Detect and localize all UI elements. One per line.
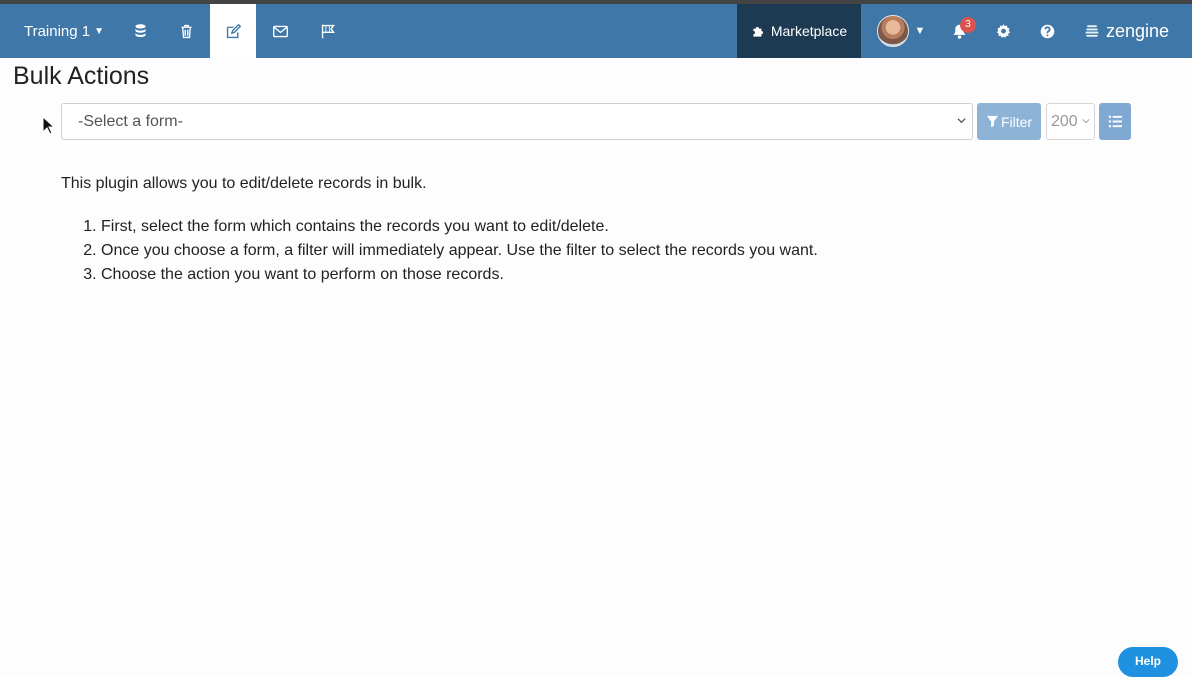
brand-name: zengine bbox=[1106, 20, 1170, 41]
instructions-list: First, select the form which contains th… bbox=[101, 215, 818, 287]
trash-icon bbox=[180, 24, 192, 38]
trash-nav-button[interactable] bbox=[163, 4, 209, 58]
brand-logo[interactable]: zengine bbox=[1084, 4, 1172, 58]
puzzle-icon bbox=[753, 27, 763, 37]
edit-icon bbox=[226, 23, 241, 38]
notification-badge: 3 bbox=[960, 17, 976, 33]
mail-icon bbox=[272, 25, 288, 37]
form-select[interactable]: -Select a form- bbox=[61, 103, 973, 140]
caret-down-icon: ▼ bbox=[914, 25, 926, 37]
marketplace-label: Marketplace bbox=[770, 23, 848, 39]
edit-nav-button[interactable] bbox=[210, 4, 256, 58]
help-button[interactable] bbox=[1034, 4, 1060, 58]
settings-button[interactable] bbox=[990, 4, 1016, 58]
question-icon bbox=[1040, 24, 1054, 38]
mouse-cursor-icon bbox=[42, 116, 54, 135]
marketplace-button[interactable]: Marketplace bbox=[737, 4, 861, 58]
flag-nav-button[interactable] bbox=[305, 4, 351, 58]
page-title: Bulk Actions bbox=[13, 62, 150, 90]
filter-button[interactable]: Filter bbox=[977, 103, 1041, 140]
workspace-name: Training 1 bbox=[23, 22, 91, 40]
plugin-description: This plugin allows you to edit/delete re… bbox=[61, 175, 427, 192]
flag-icon bbox=[321, 24, 335, 38]
instruction-step: First, select the form which contains th… bbox=[101, 215, 818, 239]
notifications-button[interactable]: 3 bbox=[942, 4, 976, 58]
chevron-down-icon bbox=[1082, 119, 1090, 124]
form-select-placeholder: -Select a form- bbox=[78, 113, 183, 130]
list-icon bbox=[1108, 115, 1122, 128]
gear-icon bbox=[996, 23, 1010, 38]
top-navbar: Training 1 ▼ Marketplace ▼ 3 zengine bbox=[0, 4, 1192, 58]
chevron-down-icon bbox=[957, 118, 966, 124]
instruction-step: Once you choose a form, a filter will im… bbox=[101, 239, 818, 263]
zengine-logo-icon bbox=[1085, 25, 1099, 37]
list-view-button[interactable] bbox=[1099, 103, 1131, 140]
caret-down-icon: ▼ bbox=[94, 25, 105, 37]
avatar bbox=[876, 15, 909, 47]
filter-label: Filter bbox=[1000, 113, 1033, 130]
filter-icon bbox=[986, 115, 999, 128]
data-nav-button[interactable] bbox=[117, 4, 163, 58]
mail-nav-button[interactable] bbox=[257, 4, 303, 58]
instruction-step: Choose the action you want to perform on… bbox=[101, 263, 818, 287]
workspace-dropdown[interactable]: Training 1 ▼ bbox=[14, 4, 114, 58]
user-menu[interactable]: ▼ bbox=[872, 4, 930, 58]
record-limit-value: 200 bbox=[1051, 113, 1078, 130]
record-limit-select[interactable]: 200 bbox=[1046, 103, 1095, 140]
help-widget-button[interactable]: Help bbox=[1118, 647, 1178, 677]
database-icon bbox=[134, 23, 146, 37]
